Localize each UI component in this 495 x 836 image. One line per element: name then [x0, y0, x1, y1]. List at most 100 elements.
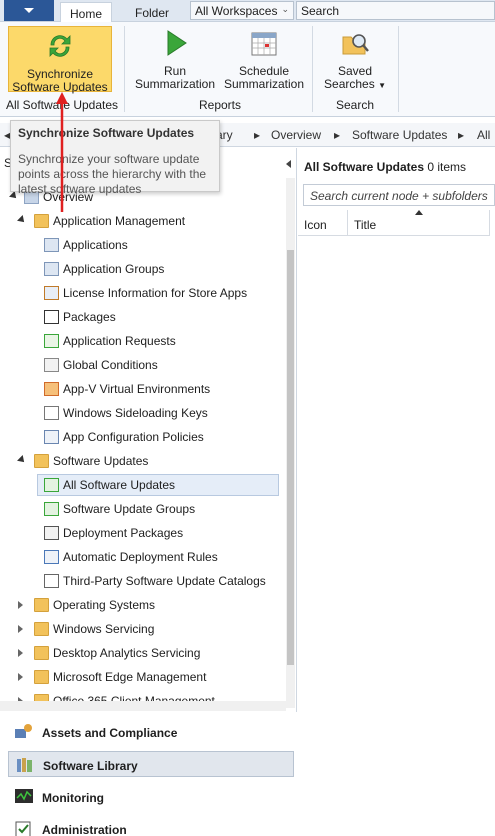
tree-item-label: Packages — [63, 310, 116, 324]
schedule-label-line2: Summarization — [223, 77, 305, 91]
policy-icon — [44, 430, 59, 444]
tree-item[interactable]: Third-Party Software Update Catalogs — [0, 570, 284, 592]
folder-icon — [34, 598, 49, 612]
tree-item[interactable]: Windows Servicing — [0, 618, 284, 640]
tree-item[interactable]: Application Requests — [0, 330, 284, 352]
group-label-all-software-updates: All Software Updates — [5, 98, 119, 112]
saved-label-line2: Searches ▼ — [318, 78, 392, 92]
calendar-icon — [251, 32, 277, 56]
tree-item[interactable]: App-V Virtual Environments — [0, 378, 284, 400]
play-icon — [167, 30, 187, 56]
workspace-software-library[interactable]: Software Library — [8, 751, 294, 777]
workspace-label: Administration — [42, 823, 127, 836]
tree-item[interactable]: Automatic Deployment Rules — [0, 546, 284, 568]
application-groups-icon — [44, 262, 59, 276]
saved-search-icon — [342, 34, 369, 55]
tree-item[interactable]: Deployment Packages — [0, 522, 284, 544]
results-pane: All Software Updates 0 items Search curr… — [298, 148, 495, 836]
chevron-right-icon: ▸ — [334, 128, 341, 142]
expand-arrow-icon[interactable] — [18, 625, 23, 633]
updates-icon — [44, 478, 59, 492]
tree-item[interactable]: Software Updates — [0, 450, 284, 472]
tree-item-label: Desktop Analytics Servicing — [53, 646, 201, 660]
collapse-arrow-icon[interactable] — [17, 455, 27, 465]
tree-item-label: Deployment Packages — [63, 526, 184, 540]
workspace-monitoring[interactable]: Monitoring — [8, 784, 294, 810]
tree-item-label: All Software Updates — [63, 478, 176, 492]
results-count: 0 items — [427, 160, 467, 174]
chevron-right-icon: ▸ — [254, 128, 261, 142]
horizontal-scrollbar[interactable] — [0, 701, 286, 711]
sync-label-line2: Software Updates — [12, 80, 108, 94]
workspace-assets-and-compliance[interactable]: Assets and Compliance — [8, 719, 294, 745]
dropdown-arrow-icon: ▼ — [378, 81, 386, 90]
run-summarization-button[interactable]: Run Summarization — [134, 28, 216, 91]
tree-item-label: Application Management — [53, 214, 186, 228]
tree-item[interactable]: All Software Updates — [0, 474, 284, 496]
column-header-title[interactable]: Title — [348, 210, 490, 236]
applications-icon — [44, 238, 59, 252]
saved-searches-button[interactable]: Saved Searches ▼ — [318, 28, 392, 92]
breadcrumb-item[interactable]: Overview — [271, 128, 321, 142]
expand-arrow-icon[interactable] — [18, 673, 23, 681]
tree-item[interactable]: App Configuration Policies — [0, 426, 284, 448]
breadcrumb-item[interactable]: Software Updates — [352, 128, 447, 142]
tree-item-label: Windows Servicing — [53, 622, 155, 636]
synchronize-software-updates-button[interactable]: Synchronize Software Updates — [8, 26, 112, 94]
workspace-label: Software Library — [43, 759, 138, 773]
tab-folder[interactable]: Folder — [126, 2, 178, 22]
appv-icon — [44, 382, 59, 396]
tree-item[interactable]: Global Conditions — [0, 354, 284, 376]
tree-item-label: Windows Sideloading Keys — [63, 406, 208, 420]
ribbon-divider — [398, 26, 399, 112]
ribbon: Synchronize Software Updates All Softwar… — [0, 22, 495, 117]
expand-arrow-icon[interactable] — [18, 601, 23, 609]
tree-item[interactable]: Microsoft Edge Management — [0, 666, 284, 688]
tree-item-label: License Information for Store Apps — [63, 286, 248, 300]
group-label-search: Search — [335, 98, 375, 112]
tree-item[interactable]: Applications — [0, 234, 284, 256]
tab-search[interactable]: Search — [296, 1, 495, 20]
tree-item[interactable]: Windows Sideloading Keys — [0, 402, 284, 424]
schedule-summarization-button[interactable]: Schedule Summarization — [222, 28, 306, 91]
tab-home[interactable]: Home — [60, 2, 112, 23]
tree-item-label: App-V Virtual Environments — [63, 382, 211, 396]
search-input[interactable]: Search current node + subfolders — [303, 184, 495, 206]
run-label-line2: Summarization — [134, 77, 216, 91]
vertical-scrollbar[interactable] — [286, 178, 295, 708]
chevron-down-icon: ⌄ — [281, 4, 289, 14]
tree-item[interactable]: Packages — [0, 306, 284, 328]
saved-label-text: Searches — [324, 77, 375, 91]
assets-compliance-icon — [15, 724, 32, 738]
workspace-dropdown-label: All Workspaces — [195, 4, 278, 18]
workspace-administration[interactable]: Administration — [8, 816, 294, 836]
folder-icon — [34, 214, 49, 228]
tree-item[interactable]: Software Update Groups — [0, 498, 284, 520]
tree-item[interactable]: Operating Systems — [0, 594, 284, 616]
app-menu-button[interactable] — [4, 0, 54, 21]
breadcrumb-item[interactable]: All — [477, 128, 490, 142]
results-node-name: All Software Updates — [304, 160, 425, 174]
folder-icon — [34, 646, 49, 660]
column-header-icon[interactable]: Icon — [298, 210, 348, 236]
expand-arrow-icon[interactable] — [18, 649, 23, 657]
tree-item[interactable]: License Information for Store Apps — [0, 282, 284, 304]
tooltip: Synchronize Software Updates Synchronize… — [10, 120, 220, 196]
package-icon — [44, 310, 59, 324]
tree-item[interactable]: Application Management — [0, 210, 284, 232]
chevron-right-icon: ▸ — [458, 128, 465, 142]
tooltip-title: Synchronize Software Updates — [18, 126, 195, 140]
group-label-reports: Reports — [198, 98, 242, 112]
administration-icon — [15, 821, 31, 836]
tree-item-label: Global Conditions — [63, 358, 158, 372]
workspace-dropdown[interactable]: All Workspaces ⌄ — [190, 1, 294, 20]
tree-item[interactable]: Desktop Analytics Servicing — [0, 642, 284, 664]
tooltip-body: Synchronize your software update points … — [18, 152, 207, 196]
collapse-pane-icon[interactable] — [286, 160, 291, 168]
workspace-label: Assets and Compliance — [42, 726, 178, 740]
scrollbar-thumb[interactable] — [287, 250, 294, 665]
collapse-arrow-icon[interactable] — [17, 215, 27, 225]
tree-item[interactable]: Application Groups — [0, 258, 284, 280]
folder-icon — [34, 670, 49, 684]
ribbon-tab-bar: Home Folder All Workspaces ⌄ Search — [0, 0, 495, 23]
